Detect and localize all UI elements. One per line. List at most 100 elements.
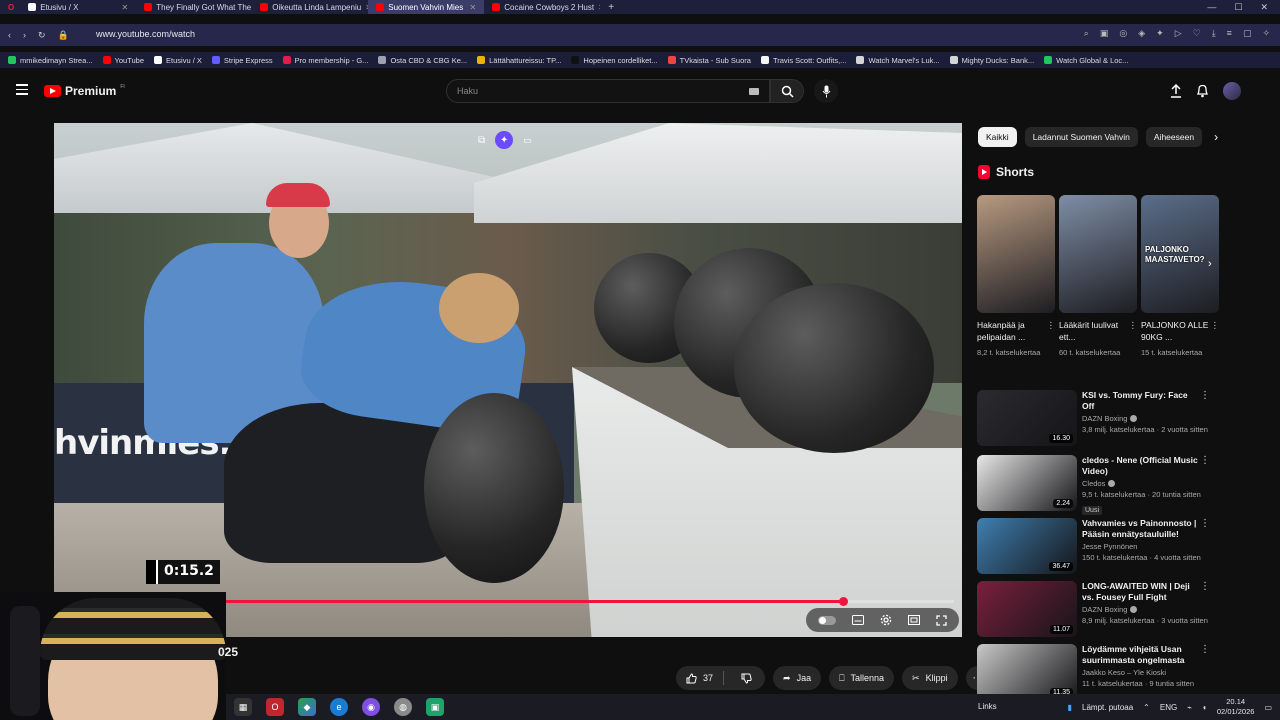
menu-icon[interactable]: ≡: [1227, 28, 1232, 39]
bookmark-item[interactable]: Hopeinen cordelliket...: [571, 56, 658, 65]
ai-sparkle-icon[interactable]: ✦: [495, 131, 514, 149]
video-title[interactable]: LONG-AWAITED WIN | Deji vs. Fousey Full …: [1082, 581, 1198, 603]
video-title[interactable]: Vahvamies vs Painonnosto | Pääsin ennäty…: [1082, 518, 1198, 540]
opera-logo-icon[interactable]: O: [0, 3, 20, 12]
browser-tab[interactable]: Suomen Vahvin Mies ✕: [368, 0, 485, 14]
account-avatar[interactable]: [1223, 82, 1241, 100]
share-button[interactable]: ➦ Jaa: [773, 666, 822, 690]
chat-icon[interactable]: ▭: [523, 135, 532, 146]
bookmark-item[interactable]: Lättähattureissu: TP...: [477, 56, 561, 65]
recommended-video[interactable]: 36.47 Vahvamies vs Painonnosto | Pääsin e…: [977, 518, 1227, 576]
tab-close-icon[interactable]: ✕: [470, 3, 477, 12]
bookmark-item[interactable]: Osta CBD & CBG Ke...: [378, 56, 467, 65]
short-card[interactable]: Lääkärit luulivat ett... ⋮ 60 t. katseluke…: [1059, 195, 1137, 358]
links-toolbar[interactable]: Links: [978, 702, 997, 711]
short-card[interactable]: PALJONKO MAASTAVETO? PALJONKO ALLE 90KG .…: [1141, 195, 1219, 358]
short-thumbnail[interactable]: PALJONKO MAASTAVETO?: [1141, 195, 1219, 313]
video-thumbnail[interactable]: 16.30: [977, 390, 1077, 446]
search-page-icon[interactable]: ⌕: [1084, 28, 1089, 39]
back-icon[interactable]: ‹: [8, 30, 11, 40]
filter-chip[interactable]: Aiheeseen: [1145, 127, 1203, 147]
browser-tab[interactable]: They Finally Got What The✕: [136, 0, 252, 14]
browser-tab[interactable]: Cocaine Cowboys 2 Hust✕: [484, 0, 600, 14]
more-options-icon[interactable]: ⋮: [1200, 581, 1210, 592]
tray-chevron-icon[interactable]: ⌃: [1143, 703, 1150, 712]
thumbs-up-icon[interactable]: [686, 672, 697, 684]
search-input[interactable]: [447, 80, 727, 102]
opera-gx-icon[interactable]: O: [266, 698, 284, 716]
short-title[interactable]: PALJONKO ALLE 90KG ... ⋮: [1141, 319, 1219, 345]
save-button[interactable]: ⎕ Tallenna: [829, 666, 895, 690]
channel-name[interactable]: Jaakko Keso – Yle Kioski: [1082, 668, 1198, 677]
channel-name[interactable]: Cledos: [1082, 479, 1198, 488]
fullscreen-icon[interactable]: [936, 614, 947, 626]
app-icon[interactable]: ▣: [426, 698, 444, 716]
video-thumbnail[interactable]: 11.07: [977, 581, 1077, 637]
bookmark-item[interactable]: Etusivu / X: [154, 56, 202, 65]
video-title[interactable]: cledos - Nene (Official Music Video): [1082, 455, 1198, 477]
theater-mode-icon[interactable]: [908, 615, 920, 625]
video-title[interactable]: KSI vs. Tommy Fury: Face Off: [1082, 390, 1198, 412]
bookmark-item[interactable]: Mighty Ducks: Bank...: [949, 56, 1034, 65]
browser-tab[interactable]: Etusivu / X ✕: [20, 0, 136, 14]
new-tab-button[interactable]: +: [600, 2, 622, 13]
more-options-icon[interactable]: ⋮: [1200, 518, 1210, 529]
task-view-icon[interactable]: ▦: [234, 698, 252, 716]
minimize-icon[interactable]: —: [1207, 2, 1216, 13]
clock[interactable]: 20.14 02/01/2026: [1217, 697, 1255, 717]
video-thumbnail[interactable]: 11.35: [977, 644, 1077, 700]
more-options-icon[interactable]: ⋮: [1211, 319, 1220, 331]
video-player[interactable]: hvinmies.f ⧉ ✦ ▭ 0:15.2: [54, 123, 962, 637]
voice-search-button[interactable]: [814, 79, 838, 103]
download-icon[interactable]: ⤓: [1212, 28, 1216, 39]
filter-chip[interactable]: Kaikki: [978, 127, 1017, 147]
channel-name[interactable]: DAZN Boxing: [1082, 605, 1198, 614]
short-title[interactable]: Hakanpää ja pelipaidan ... ⋮: [977, 319, 1055, 345]
short-thumbnail[interactable]: [977, 195, 1055, 313]
wallet-icon[interactable]: ▢: [1243, 28, 1252, 39]
short-thumbnail[interactable]: [1059, 195, 1137, 313]
bookmark-item[interactable]: Travis Scott: Outfits,...: [760, 56, 846, 65]
volume-icon[interactable]: ◖: [1202, 703, 1207, 712]
steam-icon[interactable]: ◍: [394, 698, 412, 716]
subtitles-icon[interactable]: [852, 615, 864, 625]
close-window-icon[interactable]: ✕: [1260, 2, 1268, 13]
video-thumbnail[interactable]: 2.24: [977, 455, 1077, 511]
heart-icon[interactable]: ♡: [1193, 28, 1201, 39]
extension-icon[interactable]: ▣: [1100, 28, 1109, 39]
maximize-icon[interactable]: ☐: [1234, 2, 1242, 13]
shorts-next-icon[interactable]: ›: [1208, 258, 1212, 270]
recommended-video[interactable]: 16.30 KSI vs. Tommy Fury: Face Off DAZN Bo…: [977, 390, 1227, 448]
more-options-icon[interactable]: ⋮: [1200, 644, 1210, 655]
bookmark-item[interactable]: mmikedimayn Strea...: [8, 56, 93, 65]
settings-gear-icon[interactable]: [880, 614, 892, 626]
channel-name[interactable]: DAZN Boxing: [1082, 414, 1198, 423]
bookmark-item[interactable]: YouTube: [102, 56, 144, 65]
notifications-bell-icon[interactable]: [1196, 84, 1209, 98]
forward-icon[interactable]: ›: [23, 30, 26, 40]
upload-icon[interactable]: [1170, 84, 1182, 98]
more-options-icon[interactable]: ⋮: [1129, 319, 1138, 331]
search-button[interactable]: [770, 79, 804, 103]
chips-next-icon[interactable]: ›: [1214, 130, 1218, 144]
tab-close-icon[interactable]: ✕: [122, 3, 129, 12]
like-count[interactable]: 37: [703, 673, 713, 683]
miniplayer-icon[interactable]: ⧉: [478, 135, 485, 146]
puzzle-icon[interactable]: ✦: [1156, 28, 1164, 39]
clip-button[interactable]: ✂ Klippi: [902, 666, 958, 690]
thumbs-down-icon[interactable]: [734, 673, 765, 684]
autoplay-toggle[interactable]: [818, 615, 836, 625]
more-options-icon[interactable]: ⋮: [1047, 319, 1056, 331]
more-options-icon[interactable]: ⋮: [1200, 455, 1210, 466]
hamburger-menu-icon[interactable]: [16, 84, 28, 95]
keyboard-icon[interactable]: [749, 88, 759, 95]
filter-chip[interactable]: Ladannut Suomen Vahvin: [1024, 127, 1138, 147]
recommended-video[interactable]: 2.24 cledos - Nene (Official Music Video)…: [977, 455, 1227, 515]
more-options-icon[interactable]: ⋮: [1200, 390, 1210, 401]
copilot-icon[interactable]: ◆: [298, 698, 316, 716]
bookmark-item[interactable]: Watch Global & Loc...: [1044, 56, 1128, 65]
ai-icon[interactable]: ✧: [1262, 28, 1270, 39]
bookmark-item[interactable]: Pro membership - G...: [282, 56, 368, 65]
short-title[interactable]: Lääkärit luulivat ett... ⋮: [1059, 319, 1137, 345]
language-indicator[interactable]: ENG: [1160, 703, 1177, 712]
